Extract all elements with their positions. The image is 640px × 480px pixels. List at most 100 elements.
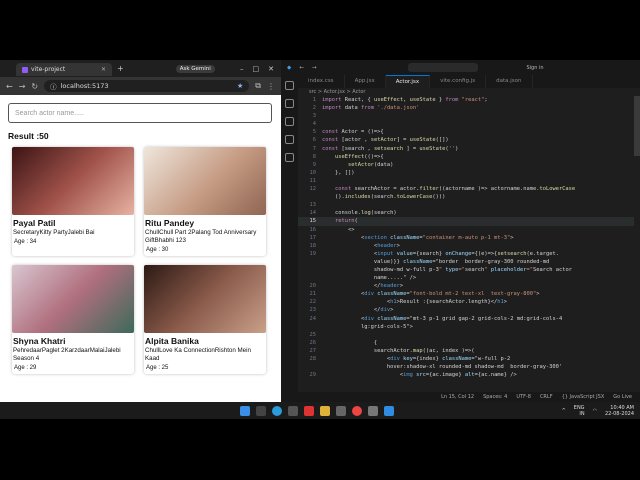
status-language[interactable]: {} JavaScript JSX bbox=[562, 394, 605, 400]
sign-in-button[interactable]: Sign in bbox=[526, 65, 543, 71]
code-line[interactable]: 4 bbox=[298, 120, 634, 128]
back-icon[interactable]: ← bbox=[6, 82, 13, 91]
tab-actor-jsx[interactable]: Actor.jsx bbox=[385, 75, 431, 88]
code-line[interactable]: 14 console.log(search) bbox=[298, 209, 634, 217]
code-text: <h1>Result :{searchActor.length}</h1> bbox=[322, 299, 508, 306]
actor-card[interactable]: Payal Patil SecretaryKitty PartyJalebi B… bbox=[12, 147, 134, 256]
code-line[interactable]: 10 }, []) bbox=[298, 169, 634, 177]
code-line[interactable]: 1 import React, { useEffect, useState } f… bbox=[298, 96, 634, 104]
code-text: return( bbox=[334, 218, 358, 225]
close-tab-icon[interactable]: ✕ bbox=[101, 66, 106, 73]
browser-tab[interactable]: vite-project ✕ bbox=[16, 63, 112, 76]
forward-icon[interactable]: → bbox=[19, 82, 26, 91]
file-explorer-icon[interactable] bbox=[320, 405, 330, 416]
code-line[interactable]: 6 const [actor , setActor] = useState([]) bbox=[298, 136, 634, 144]
tab-vite-config[interactable]: vite.config.js bbox=[430, 75, 487, 88]
app-icon[interactable] bbox=[336, 405, 346, 416]
code-line[interactable]: ().includes(search.toLowerCase())) bbox=[298, 193, 634, 201]
code-line[interactable]: 5 const Actor = ()=>{ bbox=[298, 128, 634, 136]
code-text: <div className="font-bold mt-2 text-xl t… bbox=[322, 291, 540, 298]
extensions-icon[interactable]: ⧉ bbox=[255, 81, 261, 91]
code-line[interactable]: 26 { bbox=[298, 339, 634, 347]
red-app-icon[interactable] bbox=[304, 405, 314, 416]
code-line[interactable]: 19 <input value={search} onChange={(e)=>… bbox=[298, 250, 634, 258]
code-line[interactable]: 29 <img src={ac.image} alt={ac.name} /> bbox=[298, 371, 634, 379]
clock[interactable]: 10:40 AM 22-08-2024 bbox=[605, 405, 634, 417]
code-line[interactable]: 9 setActor(data) bbox=[298, 161, 634, 169]
code-line[interactable]: shadow-md w-full p-3" type="search" plac… bbox=[298, 266, 634, 274]
code-line[interactable]: 16 <> bbox=[298, 226, 634, 234]
status-cursor[interactable]: Ln 15, Col 12 bbox=[441, 394, 474, 400]
code-line[interactable]: 11 bbox=[298, 177, 634, 185]
code-text: console.log(search) bbox=[322, 210, 397, 217]
wifi-icon[interactable]: ◠ bbox=[593, 408, 597, 414]
code-line[interactable]: 12 const searchActor = actor.filter((act… bbox=[298, 185, 634, 193]
explorer-icon[interactable] bbox=[285, 81, 294, 90]
language-indicator[interactable]: ENG IN bbox=[574, 405, 585, 417]
nav-forward-icon[interactable]: → bbox=[312, 65, 317, 71]
chrome-icon[interactable] bbox=[352, 405, 362, 416]
maximize-icon[interactable]: □ bbox=[253, 65, 260, 73]
windows-start-icon[interactable] bbox=[240, 405, 250, 416]
app-icon[interactable] bbox=[368, 405, 378, 416]
url-field[interactable]: ⓘ localhost:5173 ★ bbox=[44, 80, 250, 92]
tray-chevron-icon[interactable]: ^ bbox=[562, 408, 566, 414]
nav-back-icon[interactable]: ← bbox=[299, 65, 304, 71]
status-spaces[interactable]: Spaces: 4 bbox=[483, 394, 507, 400]
status-encoding[interactable]: UTF-8 bbox=[516, 394, 531, 400]
code-line[interactable]: 22 <h1>Result :{searchActor.length}</h1> bbox=[298, 298, 634, 306]
ask-gemini-button[interactable]: Ask Gemini bbox=[175, 64, 215, 73]
code-line[interactable]: 28 <div key={index} className="w-full p-… bbox=[298, 355, 634, 363]
reload-icon[interactable]: ↻ bbox=[31, 82, 38, 91]
new-tab-icon[interactable]: + bbox=[117, 64, 124, 73]
code-line[interactable]: 2 import data from './data.json' bbox=[298, 104, 634, 112]
line-number bbox=[298, 363, 322, 371]
search-input[interactable]: Search actor name..... bbox=[8, 103, 272, 123]
minimize-icon[interactable]: – bbox=[240, 65, 244, 73]
run-debug-icon[interactable] bbox=[285, 135, 294, 144]
status-go-live[interactable]: Go Live bbox=[613, 394, 632, 400]
code-line[interactable]: 8 useEffect(()=>{ bbox=[298, 153, 634, 161]
source-control-icon[interactable] bbox=[285, 117, 294, 126]
search-icon[interactable] bbox=[256, 405, 266, 416]
code-line[interactable]: 3 bbox=[298, 112, 634, 120]
vscode-icon[interactable] bbox=[384, 405, 394, 416]
menu-icon[interactable]: ⋮ bbox=[267, 82, 275, 91]
code-line[interactable]: 21 <div className="font-bold mt-2 text-x… bbox=[298, 290, 634, 298]
code-line[interactable]: 7 const [search , setsearch ] = useState(… bbox=[298, 145, 634, 153]
site-info-icon[interactable]: ⓘ bbox=[50, 81, 57, 91]
line-number: 18 bbox=[309, 242, 317, 249]
store-icon[interactable] bbox=[288, 405, 298, 416]
tab-data-json[interactable]: data.json bbox=[486, 75, 533, 88]
editor-scrollbar[interactable] bbox=[634, 96, 640, 156]
close-window-icon[interactable]: ✕ bbox=[268, 65, 274, 73]
status-eol[interactable]: CRLF bbox=[540, 394, 553, 400]
code-line[interactable]: 24 <div className="mt-3 p-1 grid gap-2 g… bbox=[298, 315, 634, 323]
code-line[interactable]: 23 </div> bbox=[298, 306, 634, 314]
code-editor[interactable]: 1 import React, { useEffect, useState } f… bbox=[298, 96, 634, 392]
vscode-window: ◆ ← → Sign in index.css App.jsx Actor.js… bbox=[281, 60, 640, 402]
code-line[interactable]: 15 return( bbox=[298, 217, 634, 226]
search-icon[interactable] bbox=[285, 99, 294, 108]
code-line[interactable]: lg:grid-cols-5"> bbox=[298, 323, 634, 331]
edge-icon[interactable] bbox=[272, 405, 282, 416]
code-line[interactable]: hover:shadow-xl rounded-md shadow-md bor… bbox=[298, 363, 634, 371]
actor-card[interactable]: Alpita Banika ChullLove Ka ConnectionRis… bbox=[144, 265, 266, 374]
code-line[interactable]: 25 bbox=[298, 331, 634, 339]
code-line[interactable]: 27 searchActor.map((ac, index )=>( bbox=[298, 347, 634, 355]
tab-index-css[interactable]: index.css bbox=[298, 75, 345, 88]
actor-card[interactable]: Shyna Khatri PehredaarPaglet 2KarzdaarMa… bbox=[12, 265, 134, 374]
code-line[interactable]: 20 </header> bbox=[298, 282, 634, 290]
vscode-logo-icon: ◆ bbox=[287, 64, 292, 71]
code-line[interactable]: 18 <header> bbox=[298, 242, 634, 250]
command-center-search[interactable] bbox=[408, 63, 479, 72]
bookmark-star-icon[interactable]: ★ bbox=[237, 82, 243, 90]
actor-card[interactable]: Ritu Pandey ChullChull Part 2Palang Tod … bbox=[144, 147, 266, 256]
code-line[interactable]: 13 bbox=[298, 201, 634, 209]
code-line[interactable]: name....." /> bbox=[298, 274, 634, 282]
code-line[interactable]: 17 <section className="container m-auto … bbox=[298, 234, 634, 242]
breadcrumb[interactable]: src > Actor.jsx > Actor bbox=[309, 89, 365, 95]
extensions-icon[interactable] bbox=[285, 153, 294, 162]
code-line[interactable]: value)}} className="border border-gray-3… bbox=[298, 258, 634, 266]
tab-app-jsx[interactable]: App.jsx bbox=[345, 75, 386, 88]
